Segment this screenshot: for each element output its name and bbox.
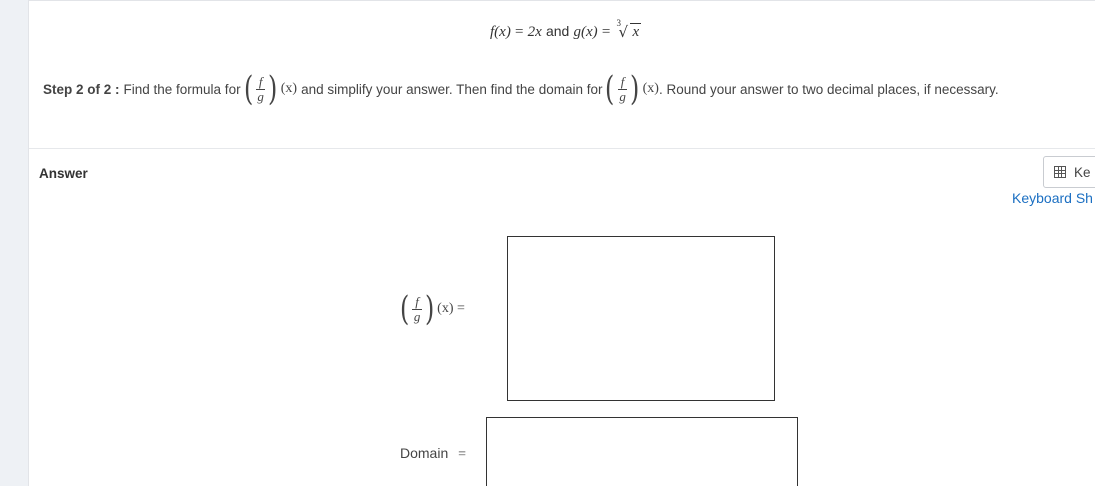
f-lhs: f(x) (490, 24, 511, 40)
domain-answer-input[interactable] (486, 417, 798, 486)
step-text-1: Find the formula for (123, 81, 241, 97)
frac-den: g (257, 88, 264, 104)
function-arg: (x) (280, 81, 298, 96)
keypad-button[interactable]: Ke (1043, 156, 1095, 188)
given-functions: f(x) = 2x and g(x) = 3 √ x (490, 18, 642, 41)
connector-text: and (545, 23, 570, 39)
keyboard-shortcuts-link[interactable]: Keyboard Sh (1012, 190, 1093, 206)
formula-label: ( f g ) (x) = (397, 292, 465, 326)
cube-root: 3 √ x (614, 18, 642, 41)
frac-den: g (413, 308, 421, 324)
right-paren-icon: ) (424, 289, 435, 329)
equals-sign: = (515, 24, 524, 40)
left-paren-icon: ( (399, 289, 410, 329)
function-arg-2: (x) (642, 81, 659, 96)
keypad-button-label: Ke (1074, 164, 1091, 180)
g-lhs: g(x) (573, 24, 598, 40)
step-instructions: Step 2 of 2 : Find the formula for ( f g… (43, 69, 1095, 109)
frac-num: f (617, 74, 628, 90)
answer-heading: Answer (39, 166, 88, 181)
frac-num: f (255, 74, 266, 90)
step-text-2: and simplify your answer. Then find the … (301, 81, 603, 97)
f-over-g-answer: ( f g ) (398, 292, 436, 326)
f-rhs: 2x (527, 24, 542, 40)
left-paren-icon: ( (605, 69, 615, 109)
fraction: f g (412, 294, 422, 324)
domain-label-text: Domain (400, 445, 449, 461)
equals-sign-2: = (601, 24, 611, 40)
domain-label: Domain = (400, 445, 466, 463)
frac-num: f (412, 294, 422, 310)
right-paren-icon: ) (268, 69, 278, 109)
left-paren-icon: ( (243, 69, 253, 109)
f-over-g: ( f g ) (242, 72, 280, 106)
fraction: f g (617, 74, 628, 104)
step-text-3: . Round your answer to two decimal place… (658, 81, 999, 97)
section-divider (29, 148, 1095, 149)
calculator-icon (1054, 166, 1066, 178)
frac-den: g (619, 88, 626, 104)
fraction: f g (255, 74, 266, 104)
question-card: f(x) = 2x and g(x) = 3 √ x Step 2 of 2 :… (28, 0, 1095, 486)
step-label: Step 2 of 2 : (43, 81, 120, 97)
formula-answer-input[interactable] (507, 236, 775, 401)
f-over-g-2: ( f g ) (603, 72, 641, 106)
radical-icon: √ (618, 23, 629, 41)
right-paren-icon: ) (630, 69, 640, 109)
domain-eq: = (458, 447, 467, 462)
radicand: x (630, 23, 642, 40)
formula-eq: (x) = (437, 301, 465, 316)
